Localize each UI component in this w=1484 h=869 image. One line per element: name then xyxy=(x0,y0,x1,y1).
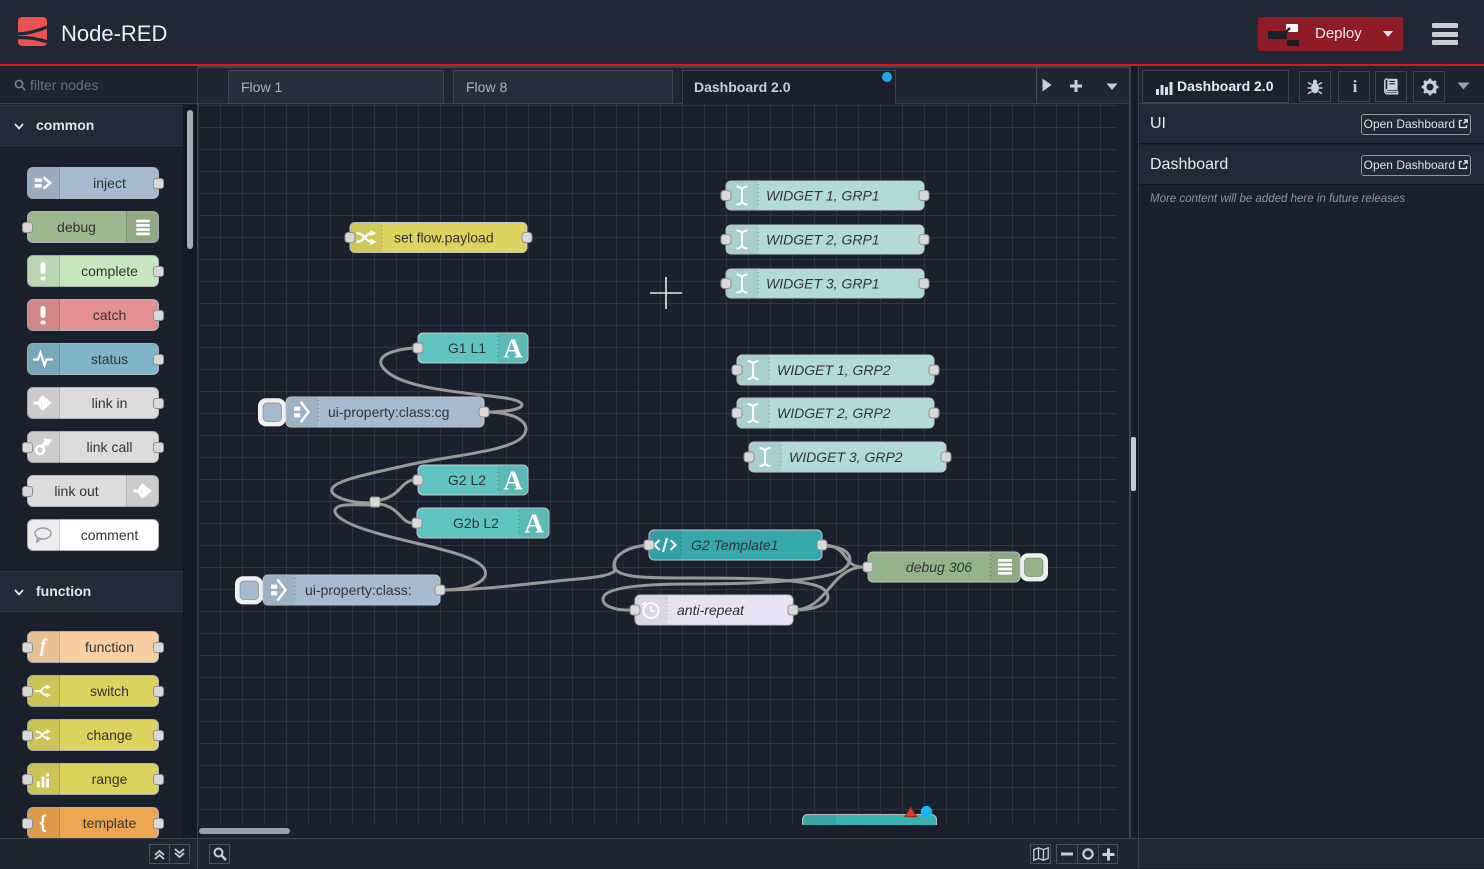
svg-text:WIDGET 1, GRP2: WIDGET 1, GRP2 xyxy=(777,362,891,378)
svg-text:G2 L2: G2 L2 xyxy=(448,472,486,488)
svg-text:WIDGET 2, GRP1: WIDGET 2, GRP1 xyxy=(766,232,880,248)
svg-text:debug 306: debug 306 xyxy=(906,559,972,575)
svg-text:WIDGET 1, GRP1: WIDGET 1, GRP1 xyxy=(766,188,880,204)
svg-text:WIDGET 2, GRP2: WIDGET 2, GRP2 xyxy=(777,405,891,421)
svg-text:ui-property:class:cg: ui-property:class:cg xyxy=(328,404,449,420)
svg-text:A: A xyxy=(524,509,544,539)
svg-text:A: A xyxy=(503,466,523,496)
svg-text:G2b L2: G2b L2 xyxy=(453,515,499,531)
svg-text:A: A xyxy=(503,334,523,364)
svg-text:anti-repeat: anti-repeat xyxy=(677,602,745,618)
svg-text:i: i xyxy=(1353,78,1358,96)
svg-text:ui-property:class:: ui-property:class: xyxy=(305,582,412,598)
svg-text:{: { xyxy=(39,812,46,832)
svg-text:WIDGET 3, GRP1: WIDGET 3, GRP1 xyxy=(766,276,880,292)
svg-text:f: f xyxy=(40,637,48,657)
svg-text:G1 L1: G1 L1 xyxy=(448,340,486,356)
svg-text:G2 Template1: G2 Template1 xyxy=(691,537,778,553)
svg-text:WIDGET 3, GRP2: WIDGET 3, GRP2 xyxy=(789,449,903,465)
svg-text:set flow.payload: set flow.payload xyxy=(394,230,494,246)
